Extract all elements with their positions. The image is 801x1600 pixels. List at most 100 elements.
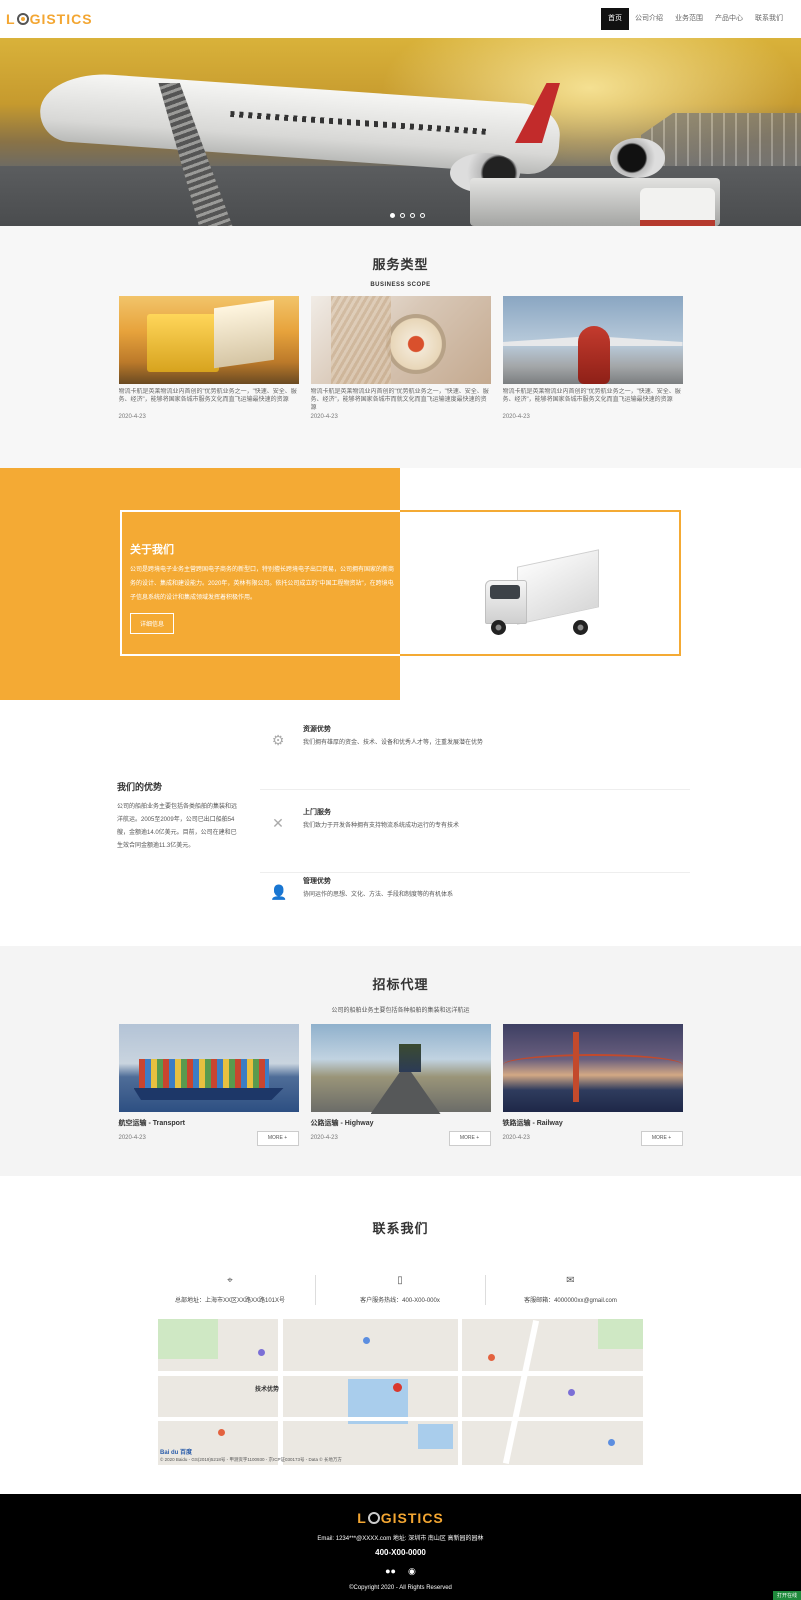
map-poi	[363, 1337, 370, 1344]
footer-social: ●● ◉	[0, 1566, 801, 1577]
header: L GISTICS 首页 公司介绍 业务范围 产品中心 联系我们	[0, 0, 801, 38]
about-text-block: 关于我们 公司是跨境电子业务主营跨国电子商务的新型口，特别擅长跨境电子出口贸易，…	[130, 541, 395, 634]
map-location-pin[interactable]	[393, 1383, 402, 1392]
map-label: 技术优势	[255, 1387, 280, 1393]
hero-engine-2	[610, 138, 665, 178]
map-poi	[608, 1439, 615, 1446]
nav-item-business[interactable]: 业务范围	[669, 8, 709, 30]
agency-card-title[interactable]: 航空运输 - Transport	[119, 1118, 299, 1128]
advantage-title: 上门服务	[303, 809, 331, 816]
agency-card[interactable]: 航空运输 - Transport 2020-4-23 MORE +	[118, 1024, 299, 1146]
van-wheel	[573, 620, 588, 635]
nav-item-company[interactable]: 公司介绍	[629, 8, 669, 30]
map-park	[158, 1319, 218, 1359]
contact-address-text: 总部地址：上海市XX区XX路XX路101X号	[174, 1298, 286, 1304]
globe-icon	[16, 13, 29, 25]
agency-card-title[interactable]: 公路运输 - Highway	[311, 1118, 491, 1128]
contact-info: ⌖ 总部地址：上海市XX区XX路XX路101X号 ▯ 客户服务热线：400-X0…	[0, 1275, 801, 1305]
more-button[interactable]: MORE +	[640, 1131, 683, 1146]
footer: L GISTICS Email: 1234***@XXXX.com 地址: 深圳市…	[0, 1494, 801, 1600]
map-poi	[218, 1429, 225, 1436]
contact-title: 联系我们	[372, 1221, 429, 1236]
advantage-item: 👤 管理优势 协同运作的思想、文化、方法、手段和制度等的有机体系	[260, 872, 690, 942]
agency-card-title[interactable]: 铁路运输 - Railway	[503, 1118, 683, 1128]
user-icon: 👤	[270, 884, 288, 900]
map-road	[158, 1371, 643, 1376]
footer-copyright: ©Copyright 2020 - All Rights Reserved	[349, 1585, 452, 1591]
map-road	[502, 1319, 540, 1465]
more-button[interactable]: MORE +	[448, 1131, 491, 1146]
service-image-truck[interactable]	[118, 296, 299, 384]
about-details-button[interactable]: 详细信息	[130, 613, 175, 634]
logo[interactable]: L GISTICS	[6, 11, 93, 27]
agency-card[interactable]: 铁路运输 - Railway 2020-4-23 MORE +	[502, 1024, 683, 1146]
hero-truck-cab	[640, 188, 715, 226]
hero-banner[interactable]	[0, 38, 801, 226]
phone-icon: ▯	[397, 1275, 403, 1286]
agency-card[interactable]: 公路运输 - Highway 2020-4-23 MORE +	[310, 1024, 491, 1146]
service-date: 2020-4-23	[118, 414, 146, 420]
carousel-dots	[390, 213, 425, 218]
advantages-intro: 我们的优势 公司的船舶业务主要包括各类船舶的集装和远洋航运。2005至2009年…	[117, 780, 239, 853]
nav-item-products[interactable]: 产品中心	[709, 8, 749, 30]
service-card[interactable]: 物流卡航是英莱物流业内首创的"优势航业务之一，"快速、安全、服务、经济"，能够将…	[118, 296, 299, 420]
services-section: 服务类型 BUSINESS SCOPE 物流卡航是英莱物流业内首创的"优势航业务…	[0, 226, 801, 468]
service-image-tape[interactable]	[310, 296, 491, 384]
map-water	[418, 1424, 453, 1449]
advantage-text: 协同运作的思想、文化、方法、手段和制度等的有机体系	[303, 892, 454, 898]
agency-subtitle: 公司的船舶业务主要包括各种船舶的集装和远洋航运	[331, 1008, 470, 1014]
contact-address: ⌖ 总部地址：上海市XX区XX路XX路101X号	[146, 1275, 316, 1305]
footer-logo-pre: L	[357, 1510, 367, 1526]
agency-section: 招标代理 公司的船舶业务主要包括各种船舶的集装和远洋航运 航空运输 - Tran…	[0, 946, 801, 1176]
baidu-logo: Bai du 百度	[160, 1450, 193, 1456]
van-cab	[485, 580, 527, 624]
carousel-dot-2[interactable]	[400, 213, 405, 218]
weibo-icon[interactable]: ◉	[408, 1566, 416, 1577]
service-card[interactable]: 物流卡航是英莱物流业内首创的"优势航业务之一，"快速、安全、服务、经济"，能够将…	[310, 296, 491, 420]
hero-terminal	[641, 113, 801, 168]
online-chat-badge[interactable]: 打开在线	[772, 1591, 801, 1600]
advantages-title: 我们的优势	[117, 782, 163, 792]
globe-icon	[367, 1512, 380, 1524]
agency-cards: 航空运输 - Transport 2020-4-23 MORE + 公路运输 -…	[0, 1024, 801, 1146]
map-park	[598, 1319, 643, 1349]
advantages-section: 我们的优势 公司的船舶业务主要包括各类船舶的集装和远洋航运。2005至2009年…	[0, 700, 801, 946]
more-button[interactable]: MORE +	[256, 1131, 299, 1146]
advantage-text: 我们拥有雄厚的资金、技术、设备和优秀人才等，注重发展潜在优势	[303, 740, 484, 746]
advantage-text: 我们致力于开发各种拥有支持物流系统成功运行的专有技术	[303, 823, 460, 829]
advantages-description: 公司的船舶业务主要包括各类船舶的集装和远洋航运。2005至2009年，公司已出口…	[117, 804, 238, 849]
carousel-dot-4[interactable]	[420, 213, 425, 218]
nav-item-contact[interactable]: 联系我们	[749, 8, 789, 30]
nav-item-home[interactable]: 首页	[601, 8, 629, 30]
contact-section: 联系我们 ⌖ 总部地址：上海市XX区XX路XX路101X号 ▯ 客户服务热线：4…	[0, 1176, 801, 1494]
about-title: 关于我们	[130, 544, 174, 556]
contact-phone-text: 客户服务热线：400-X00-000x	[360, 1298, 440, 1304]
map[interactable]: 技术优势 Bai du 百度 © 2020 Baidu - GS(2019)52…	[158, 1319, 643, 1465]
agency-title: 招标代理	[372, 977, 429, 992]
agency-image-ship[interactable]	[118, 1024, 299, 1112]
carousel-dot-3[interactable]	[410, 213, 415, 218]
services-subtitle: BUSINESS SCOPE	[370, 282, 431, 288]
van-box	[517, 549, 599, 625]
agency-image-bridge[interactable]	[502, 1024, 683, 1112]
logo-text-post: GISTICS	[29, 11, 93, 27]
footer-phone: 400-X00-0000	[375, 1548, 426, 1557]
service-desc: 物流卡航是英莱物流业内首创的"优势航业务之一，"快速、安全、服务、经济"，能够将…	[118, 389, 297, 403]
carousel-dot-1[interactable]	[390, 213, 395, 218]
map-poi	[488, 1354, 495, 1361]
footer-logo-post: GISTICS	[380, 1510, 444, 1526]
contact-phone: ▯ 客户服务热线：400-X00-000x	[316, 1275, 486, 1305]
wechat-icon[interactable]: ●●	[385, 1566, 396, 1577]
mail-icon: ✉	[566, 1275, 575, 1286]
contact-email: ✉ 客服邮箱：4000000xx@gmail.com	[486, 1275, 656, 1305]
agency-image-road[interactable]	[310, 1024, 491, 1112]
service-image-plane[interactable]	[502, 296, 683, 384]
footer-logo[interactable]: L GISTICS	[357, 1510, 444, 1526]
contact-email-text: 客服邮箱：4000000xx@gmail.com	[524, 1298, 617, 1304]
service-desc: 物流卡航是英莱物流业内首创的"优势航业务之一，"快速、安全、服务、经济"，能够将…	[310, 389, 489, 411]
service-date: 2020-4-23	[502, 414, 530, 420]
about-description: 公司是跨境电子业务主营跨国电子商务的新型口，特别擅长跨境电子出口贸易，公司拥有国…	[130, 567, 395, 601]
map-copyright: © 2020 Baidu - GS(2019)5218号 - 甲测资字11009…	[160, 1457, 342, 1462]
services-cards: 物流卡航是英莱物流业内首创的"优势航业务之一，"快速、安全、服务、经济"，能够将…	[0, 296, 801, 420]
service-card[interactable]: 物流卡航是英莱物流业内首创的"优势航业务之一，"快速、安全、服务、经济"，能够将…	[502, 296, 683, 420]
